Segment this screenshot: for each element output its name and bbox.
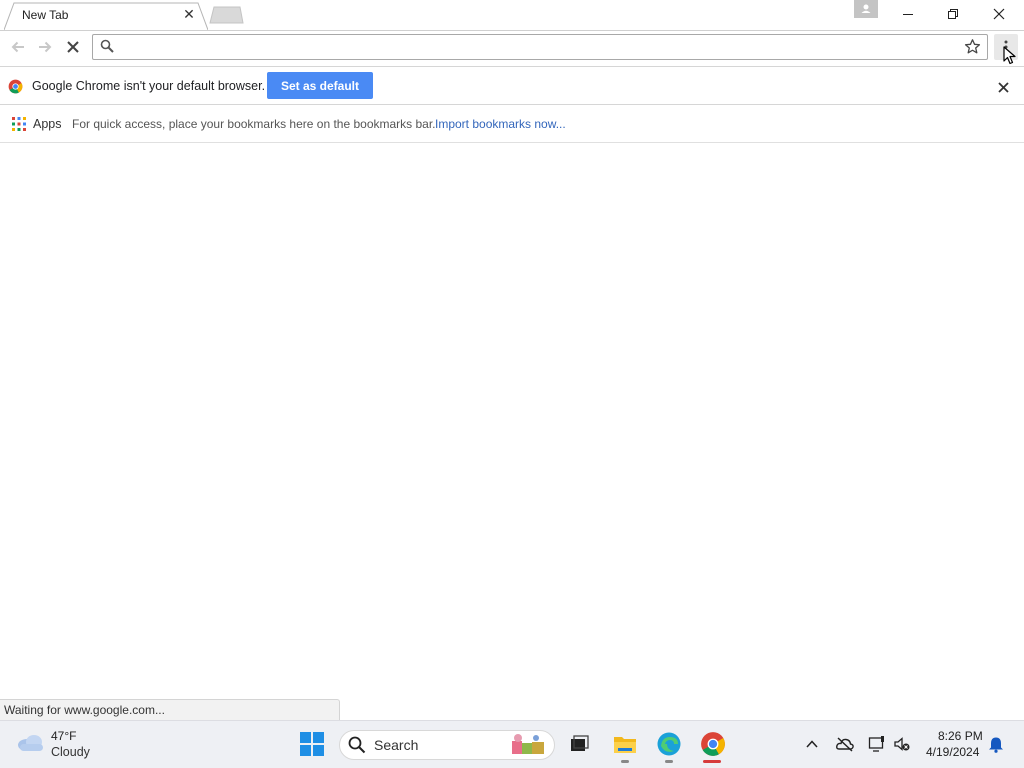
new-tab-shape — [209, 6, 244, 24]
cloud-weather-icon[interactable] — [16, 731, 46, 753]
restore-icon — [947, 9, 958, 19]
volume-muted-icon[interactable] — [893, 736, 911, 752]
apps-shortcut[interactable]: Apps — [33, 117, 62, 131]
restore-button[interactable] — [930, 0, 975, 28]
bookmarks-hint-text: For quick access, place your bookmarks h… — [72, 117, 436, 131]
bookmark-star-icon[interactable] — [964, 38, 981, 55]
status-text: Waiting for www.google.com... — [4, 703, 165, 717]
back-button[interactable] — [7, 36, 29, 58]
weather-condition[interactable]: Cloudy — [51, 745, 90, 759]
onedrive-offline-icon[interactable] — [836, 736, 854, 752]
set-as-default-button[interactable]: Set as default — [267, 72, 373, 99]
address-input[interactable] — [120, 37, 950, 57]
clock-time[interactable]: 8:26 PM — [938, 729, 983, 743]
apps-grid-icon[interactable] — [12, 117, 26, 131]
mouse-cursor-icon — [1003, 46, 1016, 65]
clock-date[interactable]: 4/19/2024 — [926, 745, 979, 759]
file-explorer-icon[interactable] — [612, 731, 638, 757]
close-icon — [993, 8, 1004, 20]
infobar-message: Google Chrome isn't your default browser… — [32, 79, 266, 93]
windows-start-icon[interactable] — [300, 732, 324, 756]
person-icon — [861, 4, 871, 13]
chrome-logo-icon — [8, 79, 23, 94]
forward-button[interactable] — [34, 36, 56, 58]
edge-browser-icon[interactable] — [656, 731, 682, 757]
edge-running-indicator — [665, 760, 673, 763]
forward-arrow-icon — [39, 41, 52, 53]
network-display-icon[interactable] — [868, 735, 886, 753]
close-window-button[interactable] — [976, 0, 1021, 28]
back-arrow-icon — [11, 41, 24, 53]
infobar-close-button[interactable] — [994, 78, 1012, 96]
stop-loading-icon — [67, 41, 79, 53]
chrome-logo-icon[interactable] — [700, 731, 726, 757]
minimize-icon — [902, 14, 913, 15]
chrome-active-indicator — [703, 760, 721, 763]
task-view-icon[interactable] — [566, 731, 592, 757]
minimize-button[interactable] — [885, 0, 930, 28]
tab-close-icon[interactable]: ✕ — [182, 7, 196, 21]
new-tab-button[interactable] — [208, 6, 244, 24]
notification-bell-icon[interactable] — [988, 736, 1004, 753]
chevron-up-icon[interactable] — [804, 736, 820, 752]
profile-button[interactable] — [854, 0, 878, 18]
search-icon — [100, 39, 114, 53]
search-icon — [348, 736, 366, 754]
close-icon — [997, 81, 1009, 93]
weather-temperature[interactable]: 47°F — [51, 729, 76, 743]
stop-loading-button[interactable] — [62, 36, 84, 58]
explorer-running-indicator — [621, 760, 629, 763]
tab-title: New Tab — [22, 8, 69, 22]
search-highlight-art-icon — [512, 734, 544, 754]
taskbar-search-label: Search — [374, 737, 419, 753]
import-bookmarks-link[interactable]: Import bookmarks now... — [435, 117, 566, 131]
